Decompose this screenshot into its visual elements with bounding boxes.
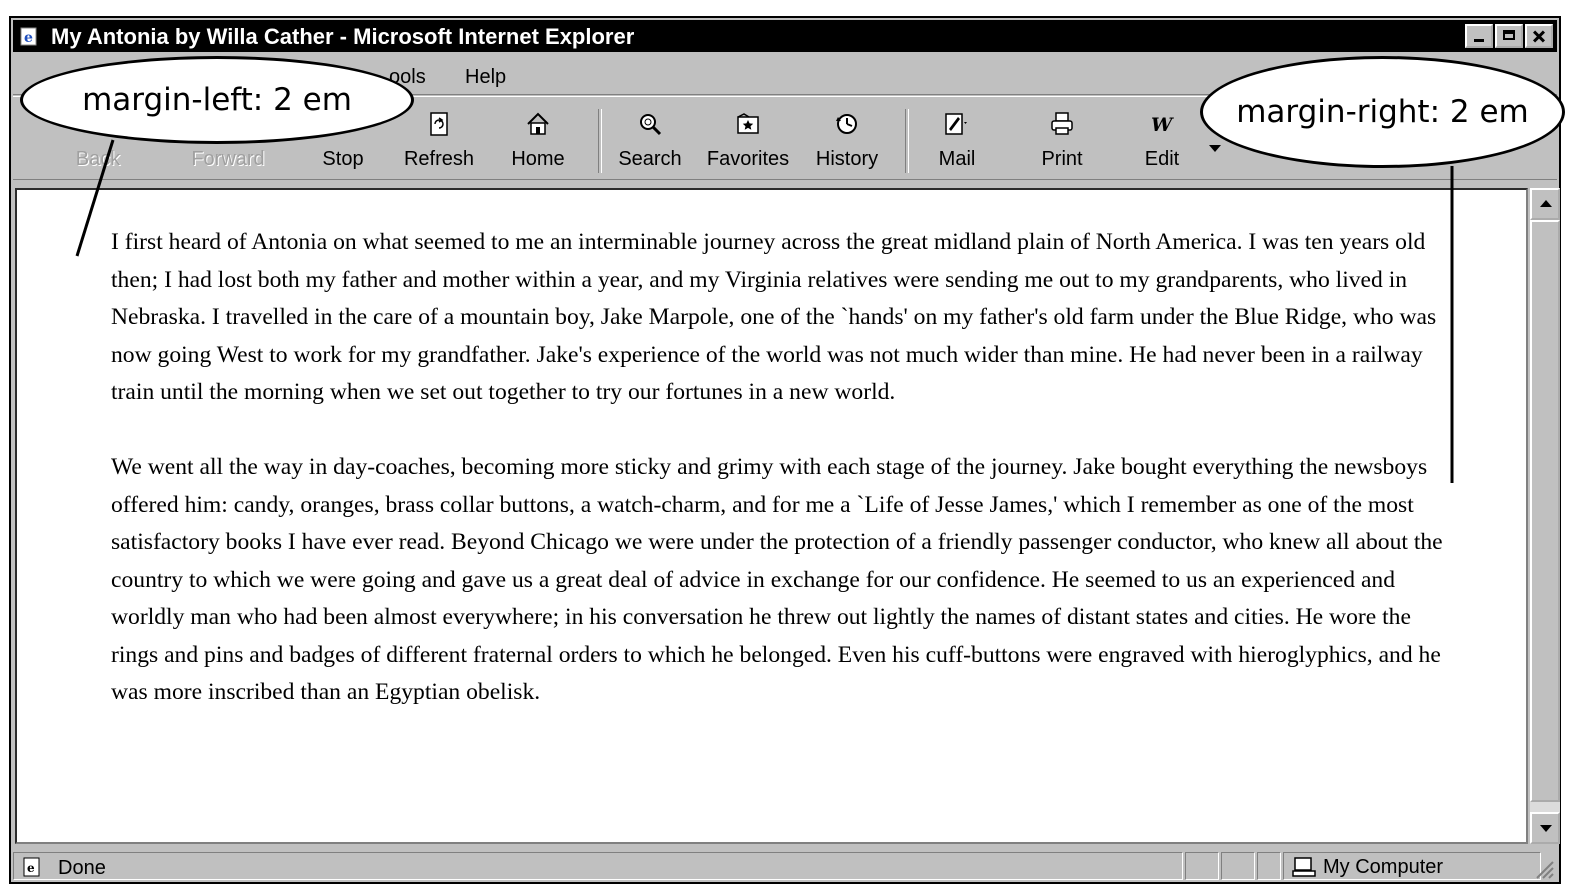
home-icon (527, 112, 549, 135)
ie-page-icon: e (20, 27, 37, 46)
scroll-thumb[interactable] (1530, 220, 1560, 802)
title-bar: e My Antonia by Willa Cather - Microsoft… (13, 20, 1557, 52)
print-icon (1051, 112, 1073, 135)
scroll-down-button[interactable] (1530, 812, 1560, 844)
status-text: Done (58, 857, 106, 879)
favorites-label: Favorites (706, 148, 790, 170)
mail-button[interactable]: Mail (912, 105, 1002, 175)
home-label: Home (511, 148, 565, 170)
toolbar-separator (598, 109, 602, 173)
status-cell (1185, 852, 1219, 880)
edit-word-icon: W (1151, 114, 1174, 136)
status-main-cell: e Done (13, 852, 1183, 880)
search-icon (640, 114, 662, 136)
history-button[interactable]: History (802, 105, 892, 175)
edit-label: Edit (1144, 148, 1180, 170)
search-label: Search (618, 148, 682, 170)
minimize-button[interactable] (1465, 24, 1493, 48)
mail-label: Mail (938, 148, 976, 170)
print-button[interactable]: Print (1017, 105, 1107, 175)
history-icon (836, 114, 857, 134)
my-computer-icon (1292, 857, 1316, 877)
refresh-label: Refresh (403, 148, 475, 170)
edit-button[interactable]: W Edit (1117, 105, 1207, 175)
page-done-icon: e (23, 857, 40, 877)
status-bar: e Done My Computer (13, 852, 1557, 882)
window-title: My Antonia by Willa Cather - Microsoft I… (51, 24, 635, 49)
history-label: History (815, 148, 879, 170)
vertical-scrollbar[interactable] (1530, 188, 1560, 844)
maximize-button[interactable] (1495, 24, 1523, 48)
forward-label: Forward (191, 148, 265, 170)
home-button[interactable]: Home (493, 105, 583, 175)
close-button[interactable] (1525, 24, 1553, 48)
toolbar-separator (905, 109, 909, 173)
print-label: Print (1041, 148, 1083, 170)
article-text: I first heard of Antonia on what seemed … (111, 224, 1451, 749)
refresh-icon (430, 112, 448, 136)
paragraph: I first heard of Antonia on what seemed … (111, 229, 1437, 405)
svg-text:e: e (27, 861, 35, 875)
dropdown-arrow-icon[interactable] (1209, 145, 1221, 153)
page-content[interactable]: I first heard of Antonia on what seemed … (15, 188, 1528, 844)
back-label: Back (75, 148, 121, 170)
stop-label: Stop (322, 148, 364, 170)
mail-icon (945, 113, 967, 135)
search-button[interactable]: Search (605, 105, 695, 175)
margin-right-callout: margin-right: 2 em (1200, 56, 1565, 168)
favorites-icon (737, 113, 759, 134)
paragraph: We went all the way in day-coaches, beco… (111, 454, 1443, 705)
margin-left-callout: margin-left: 2 em (20, 56, 414, 144)
favorites-button[interactable]: Favorites (703, 105, 793, 175)
refresh-button[interactable]: Refresh (394, 105, 484, 175)
status-cell (1221, 852, 1255, 880)
status-zone-text: My Computer (1323, 856, 1444, 878)
svg-text:e: e (24, 30, 33, 46)
menu-help[interactable]: Help (465, 66, 506, 89)
svg-text:W: W (1151, 114, 1174, 136)
window-controls (1463, 24, 1553, 48)
status-cell (1257, 852, 1281, 880)
resize-grip-icon[interactable] (1531, 856, 1555, 880)
scroll-up-button[interactable] (1530, 188, 1560, 220)
